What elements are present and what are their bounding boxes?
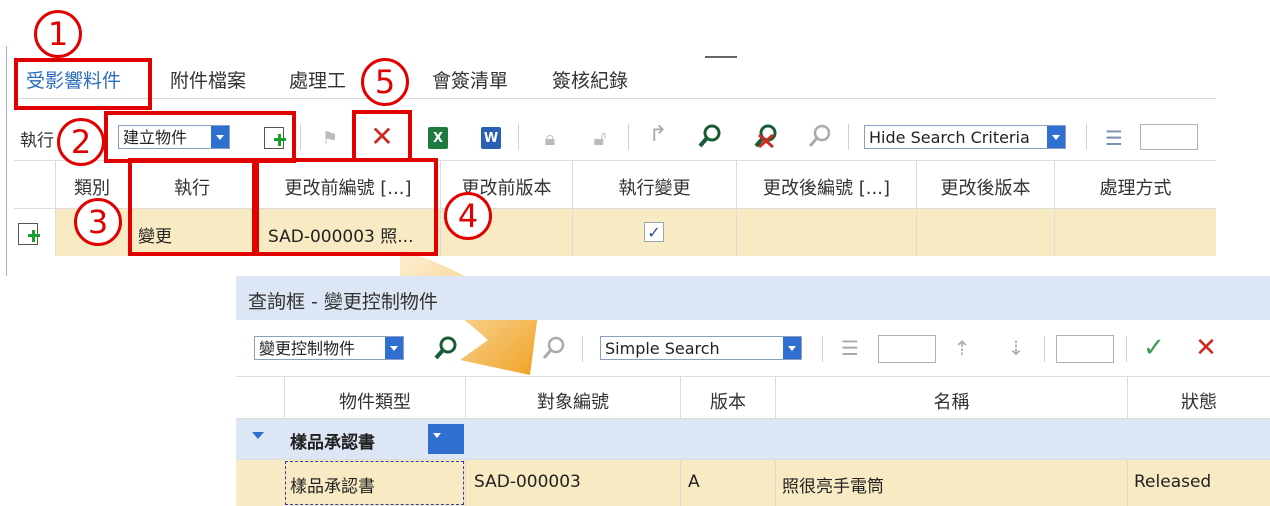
toolbar-separator — [518, 124, 519, 150]
lock-icon[interactable]: 🔒︎ — [536, 124, 564, 152]
toolbar-separator — [1044, 336, 1045, 362]
result-name[interactable]: 照很亮手電筒 — [782, 472, 884, 497]
toolbar-separator — [848, 124, 849, 150]
dialog-header-name[interactable]: 名稱 — [776, 388, 1127, 414]
group-filter-dropdown[interactable] — [426, 424, 464, 454]
result-status[interactable]: Released — [1134, 472, 1211, 492]
annotation-4: 4 — [444, 192, 492, 240]
highlight-box-action — [128, 158, 256, 256]
dialog-header-type[interactable]: 物件類型 — [285, 388, 465, 414]
group-row[interactable] — [236, 419, 1270, 459]
column-header-category[interactable]: 類別 — [56, 174, 128, 200]
search-criteria-combo[interactable]: Hide Search Criteria — [864, 125, 1066, 149]
search-icon[interactable] — [696, 122, 724, 150]
grid-line — [465, 460, 466, 506]
dialog-row-input[interactable] — [1056, 335, 1114, 363]
grid-line — [572, 208, 573, 256]
column-header-processing[interactable]: 處理方式 — [1055, 174, 1216, 200]
unlock-icon[interactable]: 🔓︎ — [586, 124, 614, 152]
dialog-search-combo[interactable]: Simple Search — [600, 336, 802, 360]
toolbar-label: 執行 — [20, 131, 54, 151]
toolbar-separator — [628, 124, 629, 150]
toolbar-separator — [1126, 336, 1127, 362]
result-type[interactable]: 樣品承認書 — [290, 472, 375, 497]
highlight-box-before-number — [255, 158, 438, 256]
toolbar-separator — [300, 124, 301, 150]
advanced-search-icon[interactable] — [806, 122, 834, 150]
execute-change-checkbox[interactable]: ✓ — [640, 218, 668, 246]
grid-line — [55, 208, 56, 256]
tab-attachments[interactable]: 附件檔案 — [170, 66, 246, 93]
search-icon[interactable] — [432, 334, 460, 362]
sort-descending-icon[interactable]: ⇣ — [1002, 334, 1030, 362]
toolbar-separator — [822, 336, 823, 362]
chevron-down-icon — [428, 424, 464, 454]
grid-line — [916, 208, 917, 256]
dialog-type-value: 變更控制物件 — [259, 339, 356, 358]
result-version[interactable]: A — [688, 472, 700, 492]
add-row-icon[interactable] — [14, 220, 42, 248]
redirect-icon[interactable]: ↱ — [644, 120, 672, 148]
group-label: 樣品承認書 — [290, 433, 375, 453]
sort-ascending-icon[interactable]: ⇡ — [948, 334, 976, 362]
result-number[interactable]: SAD-000003 — [474, 472, 581, 492]
page-size-input[interactable] — [1140, 124, 1198, 150]
column-header-execute-change[interactable]: 執行變更 — [573, 174, 736, 200]
highlight-box-tab — [14, 58, 152, 110]
dialog-search-value: Simple Search — [605, 339, 720, 358]
grid-line — [236, 376, 1270, 377]
grid-line — [775, 460, 776, 506]
minimize-dash[interactable] — [705, 56, 737, 58]
column-header-after-number[interactable]: 更改後編號 [...] — [737, 174, 916, 200]
cancel-icon[interactable]: ✕ — [1192, 333, 1220, 363]
chevron-down-icon — [1047, 126, 1065, 148]
clear-search-icon[interactable] — [752, 122, 780, 150]
excel-icon[interactable]: X — [424, 124, 452, 152]
grid-line — [736, 208, 737, 256]
word-icon[interactable]: W — [477, 124, 505, 152]
highlight-box-delete — [352, 110, 412, 162]
dialog-title: 查詢框 - 變更控制物件 — [248, 291, 438, 313]
dialog-type-combo[interactable]: 變更控制物件 — [254, 336, 404, 360]
confirm-icon[interactable]: ✓ — [1140, 333, 1168, 363]
tab-divider — [14, 98, 1216, 99]
column-header-after-version[interactable]: 更改後版本 — [917, 174, 1054, 200]
tab-signoff-history[interactable]: 簽核紀錄 — [552, 66, 628, 93]
grid-line — [680, 460, 681, 506]
flag-icon[interactable]: ⚑ — [316, 124, 344, 152]
list-icon[interactable]: ☰ — [1100, 124, 1128, 152]
chevron-down-icon — [783, 337, 801, 359]
list-icon[interactable]: ☰ — [836, 334, 864, 362]
collapse-icon[interactable] — [252, 432, 264, 439]
annotation-2: 2 — [57, 118, 105, 166]
tab-workflow[interactable]: 處理工 — [289, 66, 346, 93]
toolbar-separator — [1086, 124, 1087, 150]
dialog-header-number[interactable]: 對象編號 — [466, 388, 680, 414]
search-criteria-value: Hide Search Criteria — [869, 128, 1030, 147]
dialog-header-status[interactable]: 狀態 — [1128, 388, 1270, 414]
toolbar-separator — [582, 336, 583, 362]
advanced-search-icon[interactable] — [540, 334, 568, 362]
annotation-5: 5 — [361, 58, 409, 106]
highlight-box-create — [104, 111, 296, 163]
grid-line — [1127, 460, 1128, 506]
annotation-1: 1 — [34, 10, 82, 58]
panel-border — [6, 46, 7, 276]
annotation-3: 3 — [74, 198, 122, 246]
tab-signoff-list[interactable]: 會簽清單 — [432, 66, 508, 93]
dialog-header-version[interactable]: 版本 — [681, 388, 775, 414]
dialog-page-size-input[interactable] — [878, 335, 936, 363]
grid-line — [1054, 208, 1055, 256]
chevron-down-icon — [385, 337, 403, 359]
